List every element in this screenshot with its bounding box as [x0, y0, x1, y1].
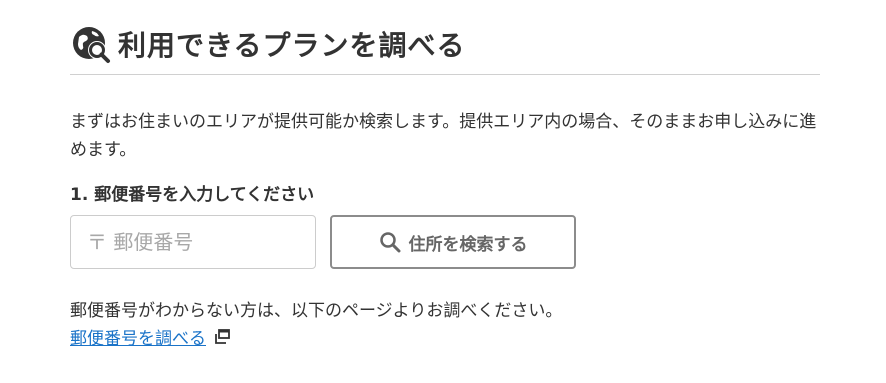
heading-divider — [70, 74, 820, 75]
globe-search-icon — [70, 23, 112, 65]
external-window-icon — [214, 328, 231, 345]
postal-code-input[interactable] — [70, 215, 316, 269]
section-heading: 利用できるプランを調べる — [70, 22, 465, 66]
page-title: 利用できるプランを調べる — [118, 29, 466, 62]
intro-text: まずはお住まいのエリアが提供可能か検索します。提供エリア内の場合、そのままお申し… — [70, 112, 817, 160]
postal-lookup-row: 郵便番号を調べる — [70, 324, 231, 349]
postal-lookup-link[interactable]: 郵便番号を調べる — [70, 324, 206, 349]
search-icon — [379, 231, 401, 253]
search-address-button-label: 住所を検索する — [408, 234, 528, 255]
search-address-button[interactable]: 住所を検索する — [330, 215, 576, 269]
postal-help-note: 郵便番号がわからない方は、以下のページよりお調べください。 — [70, 301, 563, 321]
step-label: 1. 郵便番号を入力してください — [70, 185, 315, 205]
